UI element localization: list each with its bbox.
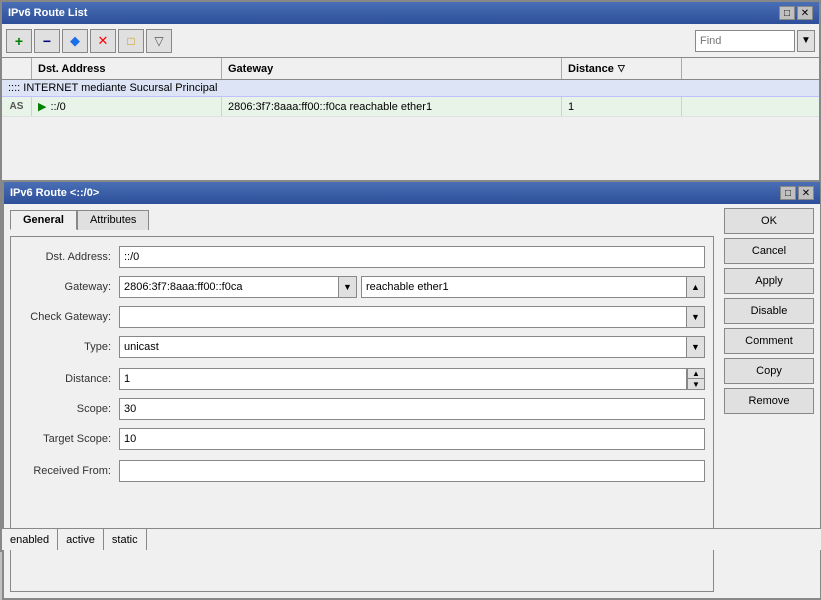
check-gateway-row: Check Gateway: ▼ — [19, 305, 705, 329]
header-gateway: Gateway — [222, 58, 562, 79]
row-dst: ▶ ::/0 — [32, 97, 222, 116]
route-table: Dst. Address Gateway Distance ▽ :::: INT… — [2, 58, 819, 117]
cancel-button[interactable]: Cancel — [724, 238, 814, 264]
inner-close-button[interactable]: ✕ — [798, 186, 814, 200]
scope-field[interactable] — [119, 398, 705, 420]
distance-field[interactable] — [119, 368, 687, 390]
received-from-label: Received From: — [19, 465, 119, 477]
dst-address-row: Dst. Address: — [19, 245, 705, 269]
dst-address-field[interactable] — [119, 246, 705, 268]
distance-up-button[interactable]: ▲ — [687, 368, 705, 379]
inner-minimize-button[interactable]: □ — [780, 186, 796, 200]
search-input[interactable] — [695, 30, 795, 52]
type-label: Type: — [19, 341, 119, 353]
gateway-right-field: reachable ether1 — [361, 276, 687, 298]
check-gateway-field[interactable] — [119, 306, 687, 328]
copy-button[interactable]: □ — [118, 29, 144, 53]
search-dropdown-button[interactable]: ▼ — [797, 30, 815, 52]
distance-down-button[interactable]: ▼ — [687, 379, 705, 390]
table-row[interactable]: AS ▶ ::/0 2806:3f7:8aaa:ff00::f0ca reach… — [2, 97, 819, 117]
status-bar: enabled active static — [2, 528, 821, 550]
target-scope-label: Target Scope: — [19, 433, 119, 445]
status-static: static — [104, 529, 147, 550]
type-row: Type: ▼ — [19, 335, 705, 359]
table-body: :::: INTERNET mediante Sucursal Principa… — [2, 80, 819, 117]
check-gateway-dropdown-button[interactable]: ▼ — [687, 306, 705, 328]
check-gateway-label: Check Gateway: — [19, 311, 119, 323]
header-dst: Dst. Address — [32, 58, 222, 79]
table-header: Dst. Address Gateway Distance ▽ — [2, 58, 819, 80]
group-row: :::: INTERNET mediante Sucursal Principa… — [2, 80, 819, 97]
gateway-right-up-button[interactable]: ▲ — [687, 276, 705, 298]
type-field[interactable] — [119, 336, 687, 358]
inner-dialog-title: IPv6 Route <::/0> — [10, 187, 99, 199]
outer-title-bar: IPv6 Route List □ ✕ — [2, 2, 819, 24]
tab-bar: General Attributes — [10, 210, 714, 230]
outer-title-controls: □ ✕ — [779, 6, 813, 20]
received-from-row: Received From: — [19, 459, 705, 483]
main-area: Dst. Address Gateway Distance ▽ :::: INT… — [2, 58, 819, 550]
inner-title-controls: □ ✕ — [780, 186, 814, 200]
gateway-row: Gateway: ▼ reachable ether1 ▲ — [19, 275, 705, 299]
toolbar: + − ◆ ✕ □ ▽ ▼ — [2, 24, 819, 58]
ok-button[interactable]: OK — [724, 208, 814, 234]
target-scope-row: Target Scope: — [19, 427, 705, 451]
gateway-dropdown-button[interactable]: ▼ — [339, 276, 357, 298]
row-gateway: 2806:3f7:8aaa:ff00::f0ca reachable ether… — [222, 97, 562, 116]
scope-label: Scope: — [19, 403, 119, 415]
disable-button[interactable]: Disable — [724, 298, 814, 324]
outer-close-button[interactable]: ✕ — [797, 6, 813, 20]
outer-window: IPv6 Route List □ ✕ + − ◆ ✕ □ ▽ ▼ Dst. A… — [0, 0, 821, 552]
distance-input-wrap: ▲ ▼ — [119, 368, 705, 390]
remove-button[interactable]: − — [34, 29, 60, 53]
sort-icon: ▽ — [618, 63, 625, 74]
check-gateway-input-wrap: ▼ — [119, 306, 705, 328]
tab-general[interactable]: General — [10, 210, 77, 230]
target-scope-field[interactable] — [119, 428, 705, 450]
filter-button[interactable]: ▽ — [146, 29, 172, 53]
status-enabled: enabled — [2, 529, 58, 550]
distance-row: Distance: ▲ ▼ — [19, 367, 705, 391]
copy-button[interactable]: Copy — [724, 358, 814, 384]
received-from-field[interactable] — [119, 460, 705, 482]
outer-minimize-button[interactable]: □ — [779, 6, 795, 20]
header-distance: Distance ▽ — [562, 58, 682, 79]
gateway-inputs: ▼ reachable ether1 ▲ — [119, 276, 705, 298]
header-icon-col — [2, 58, 32, 79]
status-active: active — [58, 529, 104, 550]
remove-button[interactable]: Remove — [724, 388, 814, 414]
delete-button[interactable]: ✕ — [90, 29, 116, 53]
edit-button[interactable]: ◆ — [62, 29, 88, 53]
tab-attributes[interactable]: Attributes — [77, 210, 149, 230]
distance-label: Distance: — [19, 373, 119, 385]
row-distance: 1 — [562, 97, 682, 116]
dst-address-label: Dst. Address: — [19, 251, 119, 263]
add-button[interactable]: + — [6, 29, 32, 53]
distance-stepper: ▲ ▼ — [687, 368, 705, 390]
type-dropdown-button[interactable]: ▼ — [687, 336, 705, 358]
scope-row: Scope: — [19, 397, 705, 421]
apply-button[interactable]: Apply — [724, 268, 814, 294]
gateway-field[interactable] — [119, 276, 339, 298]
type-input-wrap: ▼ — [119, 336, 705, 358]
comment-button[interactable]: Comment — [724, 328, 814, 354]
inner-title-bar: IPv6 Route <::/0> □ ✕ — [4, 182, 820, 204]
play-icon: ▶ — [38, 100, 46, 113]
outer-window-title: IPv6 Route List — [8, 7, 87, 19]
row-type-badge: AS — [2, 97, 32, 116]
gateway-label: Gateway: — [19, 281, 119, 293]
